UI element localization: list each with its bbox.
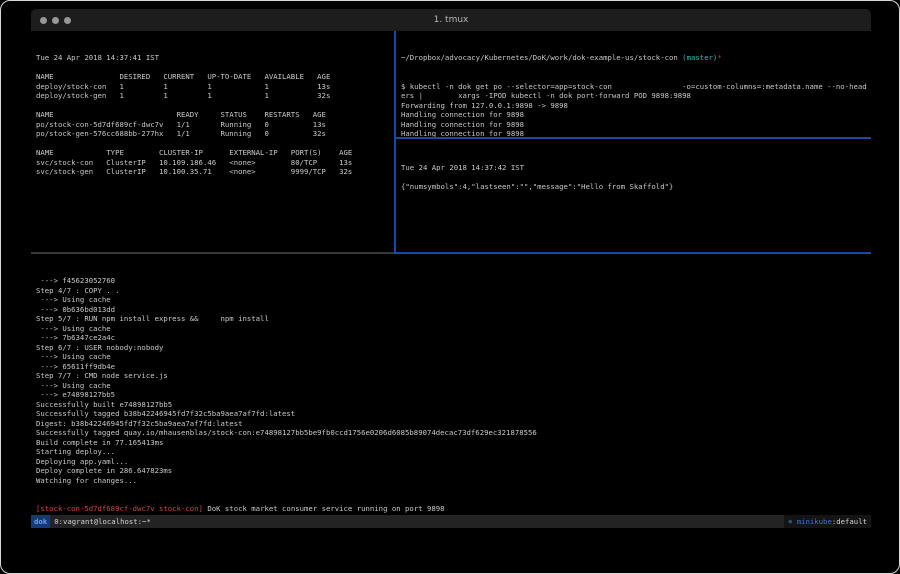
titlebar[interactable]: 1. tmux [31, 9, 871, 31]
git-dirty-flag: * [717, 53, 721, 62]
git-branch-label: (master) [682, 53, 717, 62]
port-forward-output: $ kubectl -n dok get po --selector=app=s… [401, 82, 866, 138]
kube-status: ⎈ minikube:default [784, 515, 871, 528]
terminal-window: 1. tmux Tue 24 Apr 2018 14:37:41 IST NAM… [31, 9, 871, 532]
active-window-label[interactable]: 0:vagrant@localhost:~* [50, 515, 155, 528]
log-line: [stock-con-5d7df689cf-dwc7v stock-con] D… [36, 504, 866, 513]
tmux-status-bar: dok 0:vagrant@localhost:~* ⎈ minikube:de… [31, 515, 871, 528]
pane-curl-response[interactable]: Tue 24 Apr 2018 14:37:42 IST {"numsymbol… [396, 139, 871, 254]
curl-response-output: Tue 24 Apr 2018 14:37:42 IST {"numsymbol… [401, 163, 866, 192]
pane-skaffold-build-log[interactable]: ---> f45623052760 Step 4/7 : COPY . . --… [31, 254, 871, 513]
cwd-path: ~/Dropbox/advocacy/Kubernetes/DoK/work/d… [401, 53, 682, 62]
app-log-lines: [stock-con-5d7df689cf-dwc7v stock-con] D… [36, 504, 866, 513]
kube-namespace-label: :default [832, 517, 867, 526]
log-line-prefix: [stock-con-5d7df689cf-dwc7v stock-con] [36, 504, 203, 513]
tmux-content: Tue 24 Apr 2018 14:37:41 IST NAME DESIRE… [31, 31, 871, 513]
kube-context-label: minikube [792, 517, 832, 526]
pane-kubectl-overview[interactable]: Tue 24 Apr 2018 14:37:41 IST NAME DESIRE… [31, 31, 394, 252]
kubectl-overview-output: Tue 24 Apr 2018 14:37:41 IST NAME DESIRE… [36, 53, 389, 177]
window-title: 1. tmux [31, 9, 871, 31]
prompt-path-line: ~/Dropbox/advocacy/Kubernetes/DoK/work/d… [401, 53, 866, 63]
status-bar-spacer [155, 515, 784, 528]
docker-build-output: ---> f45623052760 Step 4/7 : COPY . . --… [36, 276, 866, 485]
pane-port-forward[interactable]: ~/Dropbox/advocacy/Kubernetes/DoK/work/d… [396, 31, 871, 137]
screen-frame: 1. tmux Tue 24 Apr 2018 14:37:41 IST NAM… [0, 0, 900, 574]
session-name-badge[interactable]: dok [31, 515, 50, 528]
